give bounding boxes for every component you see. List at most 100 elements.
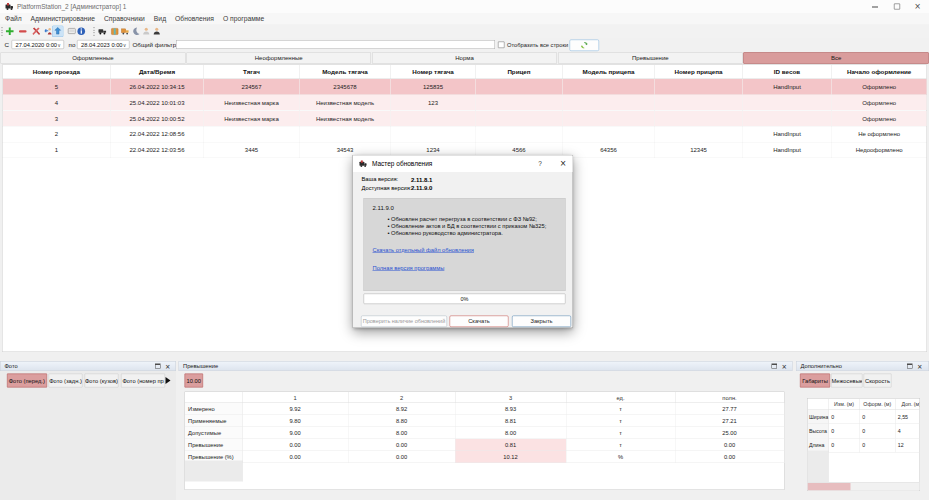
float-panel-icon[interactable]	[907, 364, 913, 369]
horizontal-scrollbar[interactable]	[808, 482, 920, 491]
filter-button-4[interactable]: Превышение	[558, 53, 743, 64]
extra-cell[interactable]: 0	[829, 410, 860, 424]
download-link-2[interactable]: Полная версия программы	[373, 265, 445, 271]
table-cell[interactable]	[563, 95, 655, 111]
table-cell[interactable]	[476, 110, 563, 126]
table-cell[interactable]: 1	[3, 142, 111, 158]
refresh-button[interactable]	[570, 40, 600, 52]
table-cell[interactable]: Оформлено	[832, 95, 927, 111]
toolbar-grip[interactable]	[1, 27, 3, 37]
table-cell[interactable]: 5	[3, 79, 111, 95]
general-filter-input[interactable]	[176, 40, 495, 49]
menu-item-5[interactable]: Обновления	[175, 13, 214, 25]
extra-column-header-1[interactable]: Изм. (м)	[829, 399, 860, 410]
close-dialog-button[interactable]: Закрыть	[512, 316, 571, 328]
scrollbar-thumb[interactable]	[808, 483, 851, 491]
table-cell[interactable]: 22.04.2022 12:08:56	[111, 126, 204, 142]
column-header-3[interactable]: Тягач	[204, 65, 300, 79]
table-cell[interactable]: Недооформлено	[832, 142, 927, 158]
table-cell[interactable]	[563, 79, 655, 95]
excess-cell[interactable]: 8.81	[455, 415, 566, 427]
close-button[interactable]: ×	[910, 0, 925, 13]
column-header-4[interactable]: Модель тягача	[300, 65, 391, 79]
excess-cell[interactable]: 0.00	[242, 451, 348, 463]
check-updates-button[interactable]: Проверить наличие обновлений	[361, 316, 447, 328]
table-cell[interactable]: 234567	[204, 79, 300, 95]
table-cell[interactable]: Оформлено	[832, 110, 927, 126]
show-all-rows-checkbox[interactable]	[498, 42, 505, 49]
menu-item-2[interactable]: Администрирование	[31, 13, 95, 25]
add-button[interactable]	[4, 26, 16, 38]
truck-button[interactable]	[97, 26, 109, 38]
extra-tab-1[interactable]: Габариты	[800, 374, 830, 388]
table-cell[interactable]	[743, 110, 832, 126]
filter-button-2[interactable]: Неоформленные	[186, 53, 371, 64]
table-cell[interactable]	[300, 126, 391, 142]
table-cell[interactable]: 125835	[391, 79, 476, 95]
excess-cell[interactable]: 25.00	[675, 427, 784, 439]
menu-item-4[interactable]: Вид	[154, 13, 166, 25]
table-cell[interactable]	[391, 126, 476, 142]
table-cell[interactable]	[655, 126, 743, 142]
info-button[interactable]	[76, 26, 88, 38]
float-panel-icon[interactable]	[772, 364, 778, 369]
extra-cell[interactable]: 0	[860, 438, 896, 452]
table-cell[interactable]: 22.04.2022 12:03:56	[111, 142, 204, 158]
table-cell[interactable]: 12345	[655, 142, 743, 158]
excess-cell[interactable]: 8.93	[455, 403, 566, 415]
excess-cell[interactable]: т	[566, 403, 675, 415]
table-cell[interactable]: HandInput	[743, 79, 832, 95]
column-header-1[interactable]: Номер проезда	[3, 65, 111, 79]
excess-column-header-3[interactable]: 2	[348, 392, 455, 403]
extra-cell[interactable]: 0	[860, 410, 896, 424]
photo-tab-2[interactable]: Фото (задн.)	[48, 374, 82, 388]
excess-cell[interactable]: 8.80	[348, 415, 455, 427]
close-panel-icon[interactable]: ×	[782, 362, 787, 372]
download-link-1[interactable]: Скачать отдельный файл обновления	[373, 247, 474, 253]
upload-button[interactable]	[52, 26, 64, 38]
photo-tab-1[interactable]: Фото (перед.)	[7, 374, 47, 388]
extra-cell[interactable]: 0	[829, 438, 860, 452]
table-cell[interactable]: 64356	[563, 142, 655, 158]
date-to-combobox[interactable]: 28.04.2023 0:00 ∨	[77, 40, 130, 49]
float-panel-icon[interactable]	[155, 364, 161, 369]
excess-cell[interactable]: 0.81	[455, 439, 566, 451]
excess-cell[interactable]: 0.00	[242, 439, 348, 451]
excess-column-header-6[interactable]: полн.	[675, 392, 784, 403]
column-header-9[interactable]: ID весов	[743, 65, 832, 79]
excess-cell[interactable]: т	[566, 415, 675, 427]
table-cell[interactable]	[743, 95, 832, 111]
table-cell[interactable]	[655, 110, 743, 126]
excess-cell[interactable]: т	[566, 439, 675, 451]
table-cell[interactable]	[391, 110, 476, 126]
column-header-10[interactable]: Начало оформление	[832, 65, 927, 79]
table-cell[interactable]: 25.04.2022 10:01:03	[111, 95, 204, 111]
table-cell[interactable]	[476, 126, 563, 142]
menu-item-6[interactable]: О программе	[223, 13, 264, 25]
excess-column-header-4[interactable]: 3	[455, 392, 566, 403]
filter-button-3[interactable]: Норма	[372, 53, 557, 64]
table-cell[interactable]: 26.04.2022 10:34:15	[111, 79, 204, 95]
extra-cell[interactable]: 2,55	[895, 410, 920, 424]
table-cell[interactable]	[563, 110, 655, 126]
table-cell[interactable]	[563, 126, 655, 142]
excess-tab-10[interactable]: 10.00	[185, 374, 204, 388]
table-cell[interactable]	[655, 79, 743, 95]
extra-cell[interactable]: 0	[829, 424, 860, 438]
excess-cell[interactable]: 27.21	[675, 415, 784, 427]
excess-cell[interactable]: 9.00	[242, 427, 348, 439]
excess-cell[interactable]: 0.00	[348, 451, 455, 463]
close-panel-icon[interactable]: ×	[917, 362, 922, 372]
excess-cell[interactable]: 8.92	[348, 403, 455, 415]
table-cell[interactable]: 25.04.2022 10:00:52	[111, 110, 204, 126]
table-row-4[interactable]: 222.04.2022 12:08:56HandInputНе оформлен…	[3, 126, 927, 142]
filter-button-1[interactable]: Оформленные	[1, 53, 186, 64]
menu-item-1[interactable]: Файл	[5, 13, 22, 25]
column-header-6[interactable]: Прицеп	[476, 65, 563, 79]
excess-column-header-2[interactable]: 1	[242, 392, 348, 403]
tab-scroll-right-icon[interactable]	[166, 377, 171, 384]
delete-button[interactable]	[31, 26, 43, 38]
excess-cell[interactable]: 0.00	[675, 451, 784, 463]
table-row-3[interactable]: 325.04.2022 10:00:52Неизвестная маркаНеи…	[3, 110, 927, 126]
extra-column-header-2[interactable]: Оформ. (м)	[860, 399, 896, 410]
